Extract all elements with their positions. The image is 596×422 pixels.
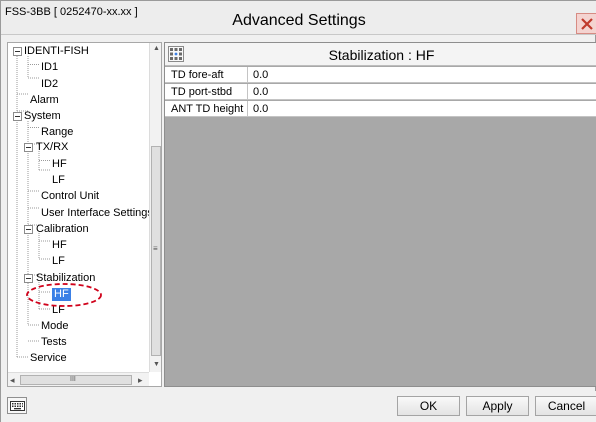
tree-vertical-scrollbar[interactable]: ▲ ≡ ▼ [149, 43, 161, 372]
close-button[interactable] [576, 13, 596, 34]
tree-item-service[interactable]: Service [30, 352, 67, 365]
thumb-grip-icon: III [70, 376, 76, 383]
keyboard-button[interactable] [7, 397, 27, 414]
panel-title: Stabilization : HF [328, 47, 435, 63]
tree-horizontal-scrollbar[interactable]: ◂ III ▸ [8, 372, 149, 386]
keyboard-icon [10, 401, 25, 411]
tree-item-calibration-lf[interactable]: LF [52, 255, 65, 268]
setting-value-field[interactable]: 0.0 [253, 67, 268, 83]
thumb-grip-icon: ≡ [153, 244, 158, 253]
title-bar: FSS-3BB [ 0252470-xx.xx ] Advanced Setti… [1, 1, 596, 35]
setting-row-td-port-stbd[interactable]: TD port-stbd 0.0 [165, 84, 596, 100]
dialog-footer: OK Apply Cancel [1, 391, 596, 422]
tree-item-txrx-lf[interactable]: LF [52, 174, 65, 187]
tree-item-system[interactable]: System [24, 110, 61, 123]
tree-item-calibration-hf[interactable]: HF [52, 239, 67, 252]
tree-item-range[interactable]: Range [41, 126, 73, 139]
panel-header: Stabilization : HF [165, 43, 596, 66]
tree-item-tests[interactable]: Tests [41, 336, 67, 349]
settings-tree: IDENTI-FISH ID1 ID2 Alarm System Range T… [7, 42, 162, 387]
advanced-settings-window: FSS-3BB [ 0252470-xx.xx ] Advanced Setti… [0, 0, 596, 422]
setting-row-ant-td-height[interactable]: ANT TD height 0.0 [165, 101, 596, 117]
tree-item-control-unit[interactable]: Control Unit [41, 190, 99, 203]
tree-horizontal-scroll-thumb[interactable]: III [20, 375, 132, 385]
tree-item-calibration[interactable]: Calibration [36, 223, 89, 236]
setting-label: TD fore-aft [165, 67, 248, 83]
scroll-down-icon[interactable]: ▼ [153, 361, 160, 369]
tree-item-user-interface-settings[interactable]: User Interface Settings [41, 207, 153, 220]
scroll-right-icon[interactable]: ▸ [138, 376, 143, 385]
tree-item-alarm[interactable]: Alarm [30, 94, 59, 107]
collapse-toggle-calibration[interactable] [24, 225, 33, 234]
collapse-toggle-identi-fish[interactable] [13, 47, 22, 56]
cancel-button[interactable]: Cancel [535, 396, 596, 416]
tree-item-txrx[interactable]: TX/RX [36, 141, 68, 154]
ok-button[interactable]: OK [397, 396, 460, 416]
settings-panel: Stabilization : HF TD fore-aft 0.0 TD po… [164, 42, 596, 387]
close-icon [581, 18, 593, 30]
tree-item-identi-fish[interactable]: IDENTI-FISH [24, 45, 89, 58]
window-title: Advanced Settings [232, 12, 366, 29]
tree-item-id2[interactable]: ID2 [41, 78, 58, 91]
tree-item-id1[interactable]: ID1 [41, 61, 58, 74]
tree-vertical-scroll-thumb[interactable]: ≡ [151, 146, 161, 356]
apply-button[interactable]: Apply [466, 396, 529, 416]
tree-item-mode[interactable]: Mode [41, 320, 69, 333]
highlight-circle [26, 283, 102, 307]
setting-label: TD port-stbd [165, 84, 248, 100]
setting-value-field[interactable]: 0.0 [253, 84, 268, 100]
setting-label: ANT TD height [165, 101, 248, 117]
scroll-up-icon[interactable]: ▲ [153, 45, 160, 53]
setting-value-field[interactable]: 0.0 [253, 101, 268, 117]
collapse-toggle-txrx[interactable] [24, 143, 33, 152]
scroll-left-icon[interactable]: ◂ [10, 376, 15, 385]
collapse-toggle-system[interactable] [13, 112, 22, 121]
setting-row-td-fore-aft[interactable]: TD fore-aft 0.0 [165, 67, 596, 83]
tree-item-txrx-hf[interactable]: HF [52, 158, 67, 171]
